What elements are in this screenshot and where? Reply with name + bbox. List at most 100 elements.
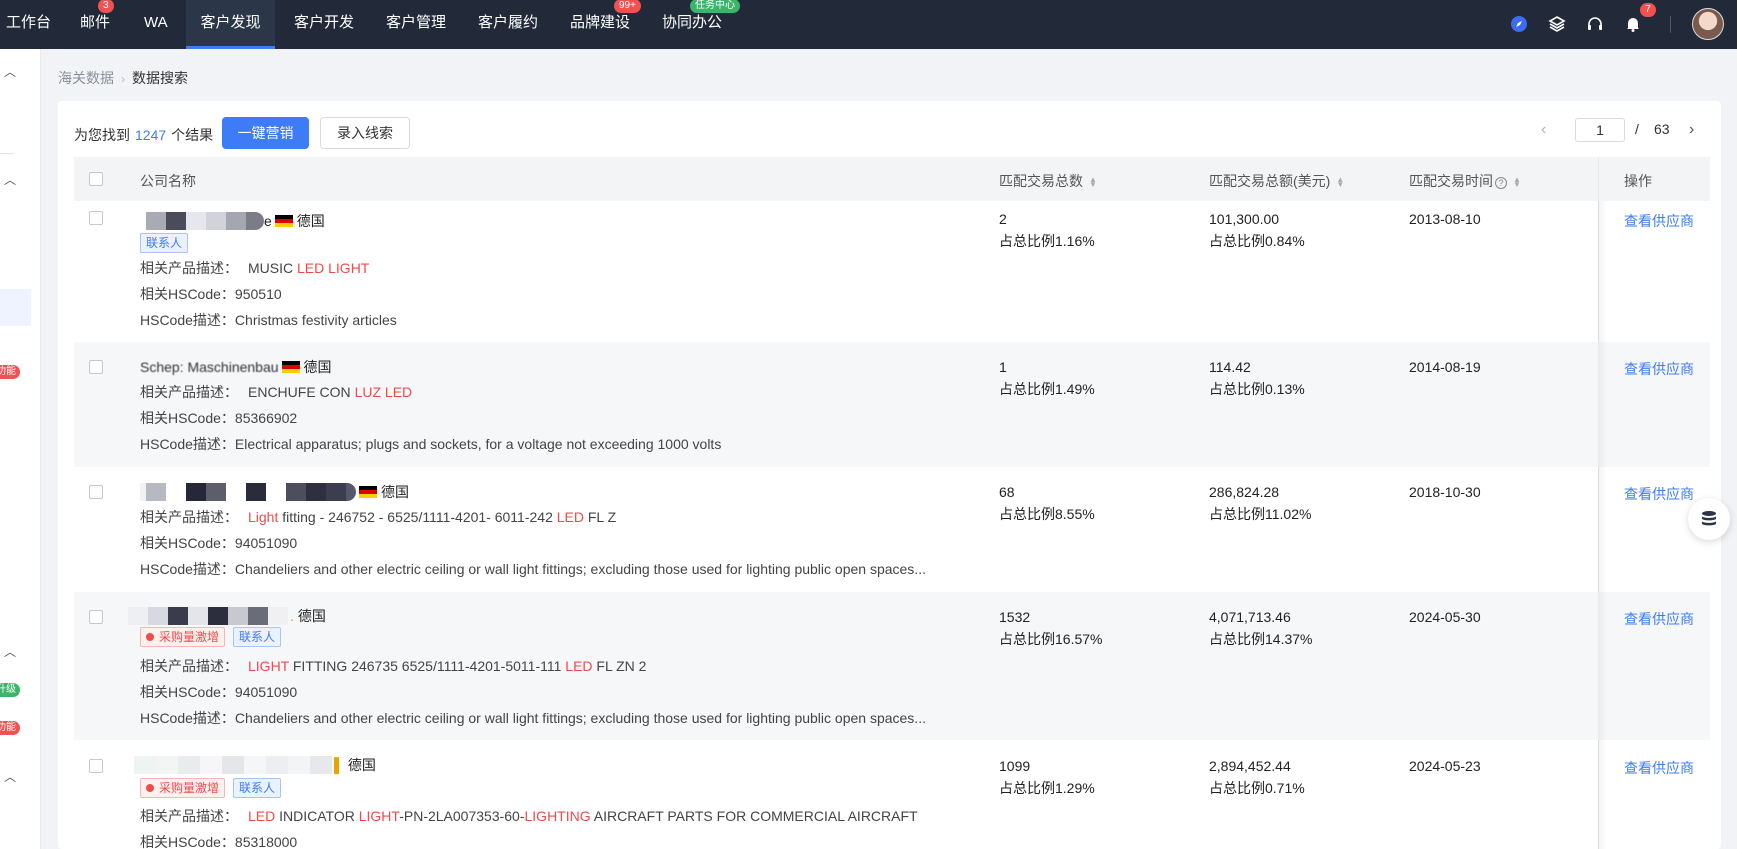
row-checkbox[interactable] [89,610,103,624]
nav-customer-discovery[interactable]: 客户发现 [186,0,275,49]
hscode-value: 85366902 [234,410,298,426]
view-supplier-link[interactable]: 查看供应商 [1624,484,1694,504]
tag-group: 采购量激增 联系人 [140,778,282,798]
nav-customer-fulfillment[interactable]: 客户履约 [478,0,538,49]
nav-mail[interactable]: 邮件 3 [78,0,114,49]
hscode-value: 950510 [234,286,282,302]
chevron-up-icon[interactable]: ︿ [4,768,16,785]
contact-tag: 联系人 [140,233,189,253]
nav-label: 协同办公 [662,14,723,31]
page-prev-icon[interactable]: ‹ [1541,121,1546,139]
top-nav-bar: 工作台 邮件 3 WA 客户发现 客户开发 客户管理 客户履约 品牌建设 99+ 协… [0,0,1737,49]
product-description: 相关产品描述： Light fitting - 246752 - 6525/111… [140,507,616,527]
tag-group: 采购量激增 联系人 [140,627,282,647]
nav-customer-management[interactable]: 客户管理 [386,0,446,49]
detail-label: 相关HSCode： [140,834,235,849]
one-click-marketing-button[interactable]: 一键营销 [222,117,309,149]
hscode-desc-value: Electrical apparatus; plugs and sockets,… [234,436,722,452]
germany-flag-icon [274,215,293,227]
sidebar-active-item[interactable] [0,289,31,326]
nav-customer-development[interactable]: 客户开发 [294,0,354,49]
row-checkbox[interactable] [89,485,103,499]
page-number-input[interactable] [1575,118,1625,142]
company-name[interactable]: 德国 [140,482,409,502]
hscode-value: 85318000 [234,834,298,849]
transaction-amount: 101,300.00 占总比例0.84% [1209,208,1305,252]
hscode-description: HSCode描述：Christmas festivity articles [140,310,397,330]
help-icon[interactable]: ? [1495,177,1507,189]
redacted-text [228,607,248,625]
results-count: 1247 [135,127,167,143]
hscode: 相关HSCode：94051090 [140,682,297,702]
redacted-text [200,756,222,774]
breadcrumb-separator-icon: › [121,72,125,86]
chevron-up-icon[interactable]: ︿ [4,63,16,80]
database-icon [1702,511,1716,526]
chevron-up-icon[interactable]: ︿ [4,643,16,660]
select-all-checkbox[interactable] [89,172,103,186]
mail-badge: 3 [98,0,114,13]
amount-ratio: 占总比例0.84% [1209,233,1305,249]
redacted-text [266,483,286,501]
nav-brand-building[interactable]: 品牌建设 99+ [570,0,641,49]
keyword-highlight: LIGHT [358,808,400,824]
tag-label: 采购量激增 [159,781,220,795]
page-next-icon[interactable]: › [1689,121,1694,139]
amount-ratio: 占总比例14.37% [1209,631,1313,647]
nav-collaboration[interactable]: 协同办公 任务中心 [662,0,740,49]
count-value: 1532 [999,609,1031,625]
keyword-highlight: LIGHT [248,658,289,674]
view-supplier-link[interactable]: 查看供应商 [1624,609,1694,629]
breadcrumb-customs-data[interactable]: 海关数据 [58,70,114,86]
row-checkbox[interactable] [89,759,103,773]
nav-workbench[interactable]: 工作台 [2,0,55,49]
view-supplier-link[interactable]: 查看供应商 [1624,359,1694,379]
transaction-time: 2014-08-19 [1409,359,1481,375]
divider [0,153,14,154]
nav-wa[interactable]: WA [142,0,170,49]
col-transaction-count[interactable]: 匹配交易总数 ▲ ▼ [999,171,1097,191]
sidebar-pill-upgrade: 升级 [0,683,20,697]
amount-value: 4,071,713.46 [1209,609,1291,625]
user-avatar[interactable] [1692,8,1724,40]
view-supplier-link[interactable]: 查看供应商 [1624,211,1694,231]
company-name[interactable]: ▌ 德国 [134,755,376,775]
notification-badge: 7 [1640,3,1656,17]
sort-icon[interactable]: ▲ ▼ [1513,176,1521,189]
detail-label: 相关HSCode： [140,410,235,426]
company-name[interactable]: Schep: Maschinenbau 德国 [140,357,332,377]
redacted-text [168,607,188,625]
transaction-count: 2 占总比例1.16% [999,208,1095,252]
col-transaction-amount[interactable]: 匹配交易总额(美元) ▲ ▼ [1209,171,1344,191]
database-float-button[interactable] [1688,498,1730,540]
col-action: 操作 [1624,173,1652,189]
desc-segment: FL Z [583,509,617,525]
layers-icon[interactable] [1546,13,1568,35]
redacted-text [326,483,346,501]
hscode: 相关HSCode：950510 [140,284,282,304]
sort-icon[interactable]: ▲ ▼ [1336,176,1344,189]
product-description: 相关产品描述： LIGHT FITTING 246735 6525/1111-42… [140,656,646,676]
add-lead-button[interactable]: 录入线索 [320,117,410,149]
headset-icon[interactable] [1584,13,1606,35]
sort-icon[interactable]: ▲ ▼ [1089,176,1097,189]
compass-icon[interactable] [1508,13,1530,35]
col-transaction-time[interactable]: 匹配交易时间? ▲ ▼ [1409,171,1521,191]
nav-label: 邮件 [80,14,111,31]
keyword-highlight: LED [297,260,325,276]
view-supplier-link[interactable]: 查看供应商 [1624,758,1694,778]
bell-icon[interactable] [1622,13,1644,35]
count-value: 1099 [999,758,1031,774]
company-name[interactable]: . 德国 [128,606,326,626]
chevron-up-icon[interactable]: ︿ [4,171,16,188]
fixed-column-shadow [1598,201,1607,849]
row-checkbox[interactable] [89,360,103,374]
redacted-text [246,483,266,501]
company-name[interactable]: e 德国 [140,211,325,231]
tag-label: 采购量激增 [159,630,220,644]
row-checkbox[interactable] [89,211,103,225]
redacted-text [222,756,244,774]
redacted-text [128,607,148,625]
redacted-text [146,483,166,501]
hscode-value: 94051090 [234,535,298,551]
